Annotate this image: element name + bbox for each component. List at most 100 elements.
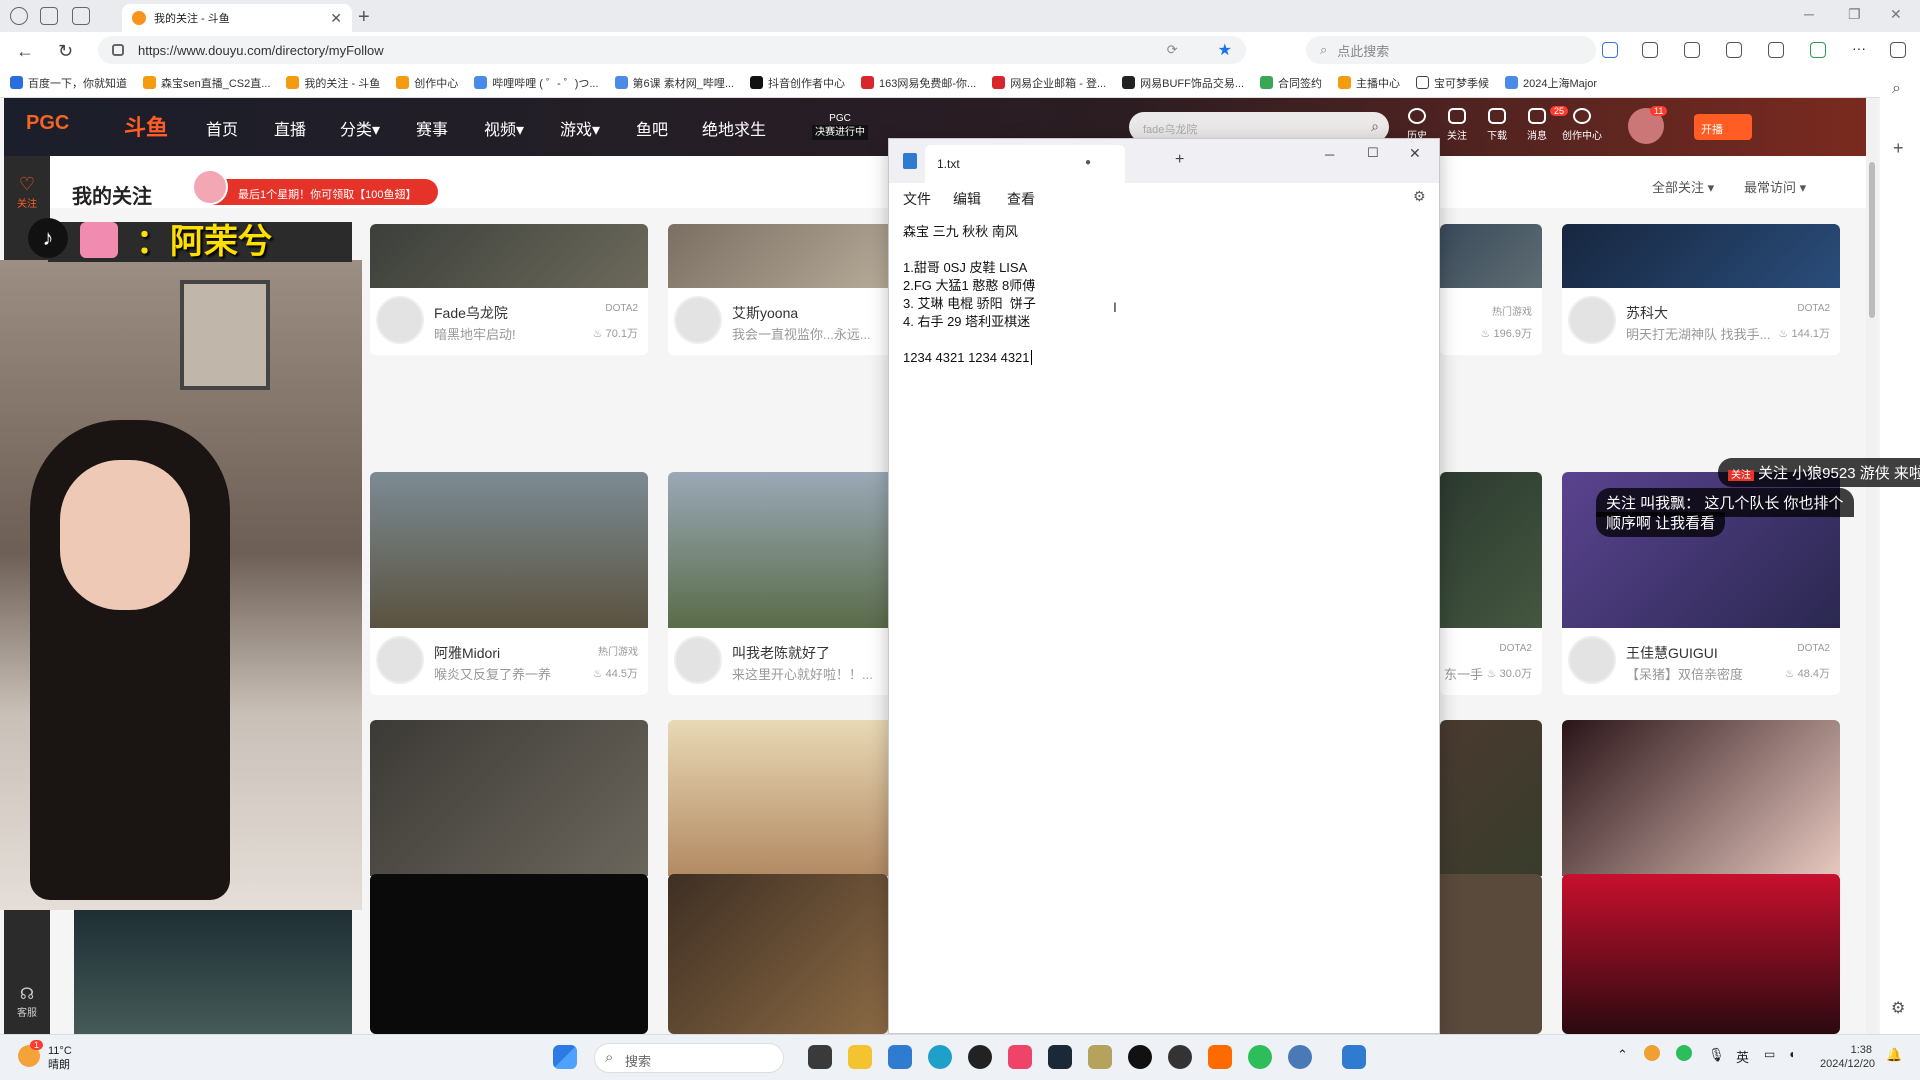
- split-screen-icon[interactable]: [1684, 42, 1700, 58]
- streamer-avatar[interactable]: [1568, 296, 1616, 344]
- bookmark-item[interactable]: 哔哩哔哩 ( ゜- ゜)つ...: [474, 75, 599, 91]
- stream-thumbnail[interactable]: [1562, 224, 1840, 288]
- notification-bell-icon[interactable]: 🔔: [1886, 1047, 1902, 1063]
- filter-all-follows[interactable]: 全部关注 ▾: [1652, 177, 1714, 196]
- nav-home[interactable]: 首页: [206, 116, 238, 140]
- streamer-avatar[interactable]: [376, 296, 424, 344]
- clock[interactable]: 1:38 2024/12/20: [1820, 1043, 1875, 1071]
- app-icon[interactable]: [1288, 1045, 1312, 1069]
- stream-thumbnail[interactable]: [370, 224, 648, 288]
- edge-icon[interactable]: [928, 1045, 952, 1069]
- tray-app-icon[interactable]: [1676, 1045, 1692, 1061]
- stream-thumbnail[interactable]: [1440, 720, 1542, 876]
- sidebar-settings-icon[interactable]: ⚙: [1891, 998, 1905, 1018]
- stream-thumbnail[interactable]: [370, 874, 648, 1034]
- nav-category[interactable]: 分类▾: [340, 116, 380, 140]
- tray-overflow-icon[interactable]: ⌃: [1617, 1047, 1628, 1063]
- douyu-logo[interactable]: 斗鱼: [124, 110, 168, 142]
- douyu-app-icon[interactable]: [1208, 1045, 1232, 1069]
- nav-esports[interactable]: 赛事: [416, 116, 448, 140]
- more-menu-icon[interactable]: ···: [1852, 40, 1868, 56]
- streamer-avatar[interactable]: [376, 636, 424, 684]
- site-search-icon[interactable]: ⌕: [1371, 118, 1379, 135]
- stream-thumbnail[interactable]: [370, 472, 648, 628]
- stream-card[interactable]: Fade乌龙院 DOTA2 暗黑地牢启动! ♨ 70.1万: [370, 224, 648, 355]
- bookmark-item[interactable]: 抖音创作者中心: [750, 75, 845, 91]
- bookmark-item[interactable]: 网易BUFF饰品交易...: [1122, 75, 1244, 91]
- obs-icon[interactable]: [1168, 1045, 1192, 1069]
- new-tab-icon[interactable]: +: [358, 6, 370, 29]
- bookmark-item[interactable]: 百度一下，你就知道: [10, 75, 127, 91]
- notepad-new-tab-icon[interactable]: +: [1175, 151, 1184, 169]
- stream-thumbnail[interactable]: [1440, 224, 1542, 288]
- active-tab[interactable]: 我的关注 - 斗鱼 ✕: [122, 4, 352, 32]
- notepad-settings-icon[interactable]: ⚙: [1413, 188, 1426, 205]
- restore-icon[interactable]: ❐: [1848, 6, 1861, 23]
- stream-thumbnail[interactable]: [1440, 472, 1542, 628]
- start-icon[interactable]: [553, 1045, 577, 1069]
- refresh-icon[interactable]: ↻: [58, 41, 73, 62]
- browser-essentials-icon[interactable]: [1810, 42, 1826, 58]
- start-stream-button[interactable]: 开播: [1694, 114, 1752, 140]
- stream-thumbnail[interactable]: [1440, 874, 1542, 1034]
- close-window-icon[interactable]: ✕: [1890, 6, 1902, 23]
- weather-widget[interactable]: 11°C 晴朗: [48, 1044, 72, 1072]
- bookmark-item[interactable]: 第6课 素材网_哔哩...: [614, 75, 734, 91]
- bookmark-item[interactable]: 网易企业邮箱 - 登...: [992, 75, 1106, 91]
- nav-games[interactable]: 游戏▾: [560, 116, 600, 140]
- notepad-editor[interactable]: 森宝 三九 秋秋 南风 1.甜哥 0SJ 皮鞋 LISA 2.FG 大猛1 憨憨 …: [903, 223, 1036, 367]
- bookmark-item[interactable]: 宝可梦季候: [1416, 75, 1489, 91]
- stream-card[interactable]: 热门游戏 ♨ 196.9万: [1440, 224, 1542, 355]
- stream-card[interactable]: 苏科大 DOTA2 明天打无湖神队 找我手... ♨ 144.1万: [1562, 224, 1840, 355]
- browser-search-field[interactable]: ⌕ 点此搜索: [1306, 36, 1596, 64]
- collections-icon[interactable]: [1768, 42, 1784, 58]
- notepad-tab[interactable]: 1.txt ●: [925, 145, 1125, 183]
- rail-service[interactable]: ☊ 客服: [4, 984, 50, 1019]
- puzzle-icon[interactable]: [1642, 42, 1658, 58]
- favorites-icon[interactable]: [1726, 42, 1742, 58]
- profile-icon[interactable]: [10, 7, 28, 25]
- rail-follow[interactable]: ♡ 关注: [4, 174, 50, 210]
- page-scrollbar[interactable]: [1866, 98, 1878, 1034]
- store-icon[interactable]: [888, 1045, 912, 1069]
- stream-card[interactable]: 阿雅Midori 热门游戏 喉炎又反复了养一养 ♨ 44.5万: [370, 472, 648, 695]
- pgc-banner[interactable]: PGC 决赛进行中: [812, 112, 868, 140]
- file-explorer-icon[interactable]: [848, 1045, 872, 1069]
- streamer-avatar[interactable]: [674, 636, 722, 684]
- stream-thumbnail[interactable]: [370, 720, 648, 876]
- tray-app-icon[interactable]: [1644, 1045, 1660, 1061]
- app-icon[interactable]: [1128, 1045, 1152, 1069]
- notepad-maximize-icon[interactable]: ☐: [1367, 145, 1379, 161]
- bookmark-item[interactable]: 创作中心: [396, 75, 458, 91]
- history-button[interactable]: 历史: [1399, 108, 1435, 142]
- bookmark-item[interactable]: 163网易免费邮-你...: [861, 75, 976, 91]
- download-button[interactable]: 下载: [1479, 108, 1515, 142]
- favorite-star-icon[interactable]: ★: [1218, 40, 1232, 60]
- microphone-icon[interactable]: 🎙: [1708, 1047, 1725, 1063]
- notepad-taskbar-icon[interactable]: [1342, 1045, 1366, 1069]
- ime-indicator[interactable]: 英: [1736, 1047, 1749, 1066]
- menu-file[interactable]: 文件: [903, 189, 931, 209]
- nav-live[interactable]: 直播: [274, 116, 306, 140]
- translate-icon[interactable]: ⟳: [1167, 42, 1178, 58]
- nav-yuba[interactable]: 鱼吧: [636, 116, 668, 140]
- csgo-icon[interactable]: [1088, 1045, 1112, 1069]
- streamer-avatar[interactable]: [674, 296, 722, 344]
- bookmark-item[interactable]: 主播中心: [1338, 75, 1400, 91]
- minimize-icon[interactable]: ─: [1804, 6, 1814, 22]
- extension-icon[interactable]: [1602, 42, 1618, 58]
- creator-center-button[interactable]: 创作中心: [1560, 108, 1604, 142]
- task-view-icon[interactable]: [808, 1045, 832, 1069]
- taskbar-search[interactable]: ⌕ 搜索: [594, 1043, 784, 1073]
- bookmark-item[interactable]: 我的关注 - 斗鱼: [286, 75, 380, 91]
- sidebar-toggle-icon[interactable]: [1890, 42, 1906, 58]
- close-tab-icon[interactable]: ✕: [330, 10, 342, 27]
- stream-thumbnail[interactable]: [1562, 874, 1840, 1034]
- scrollbar-thumb[interactable]: [1869, 162, 1875, 318]
- nav-video[interactable]: 视频▾: [484, 116, 524, 140]
- stream-card[interactable]: DOTA2 东一手 ♨ 30.0万: [1440, 472, 1542, 695]
- workspaces-icon[interactable]: [40, 7, 58, 25]
- app-icon[interactable]: [968, 1045, 992, 1069]
- network-icon[interactable]: ▭: [1764, 1047, 1775, 1061]
- bookmark-item[interactable]: 森宝sen直播_CS2直...: [143, 75, 270, 91]
